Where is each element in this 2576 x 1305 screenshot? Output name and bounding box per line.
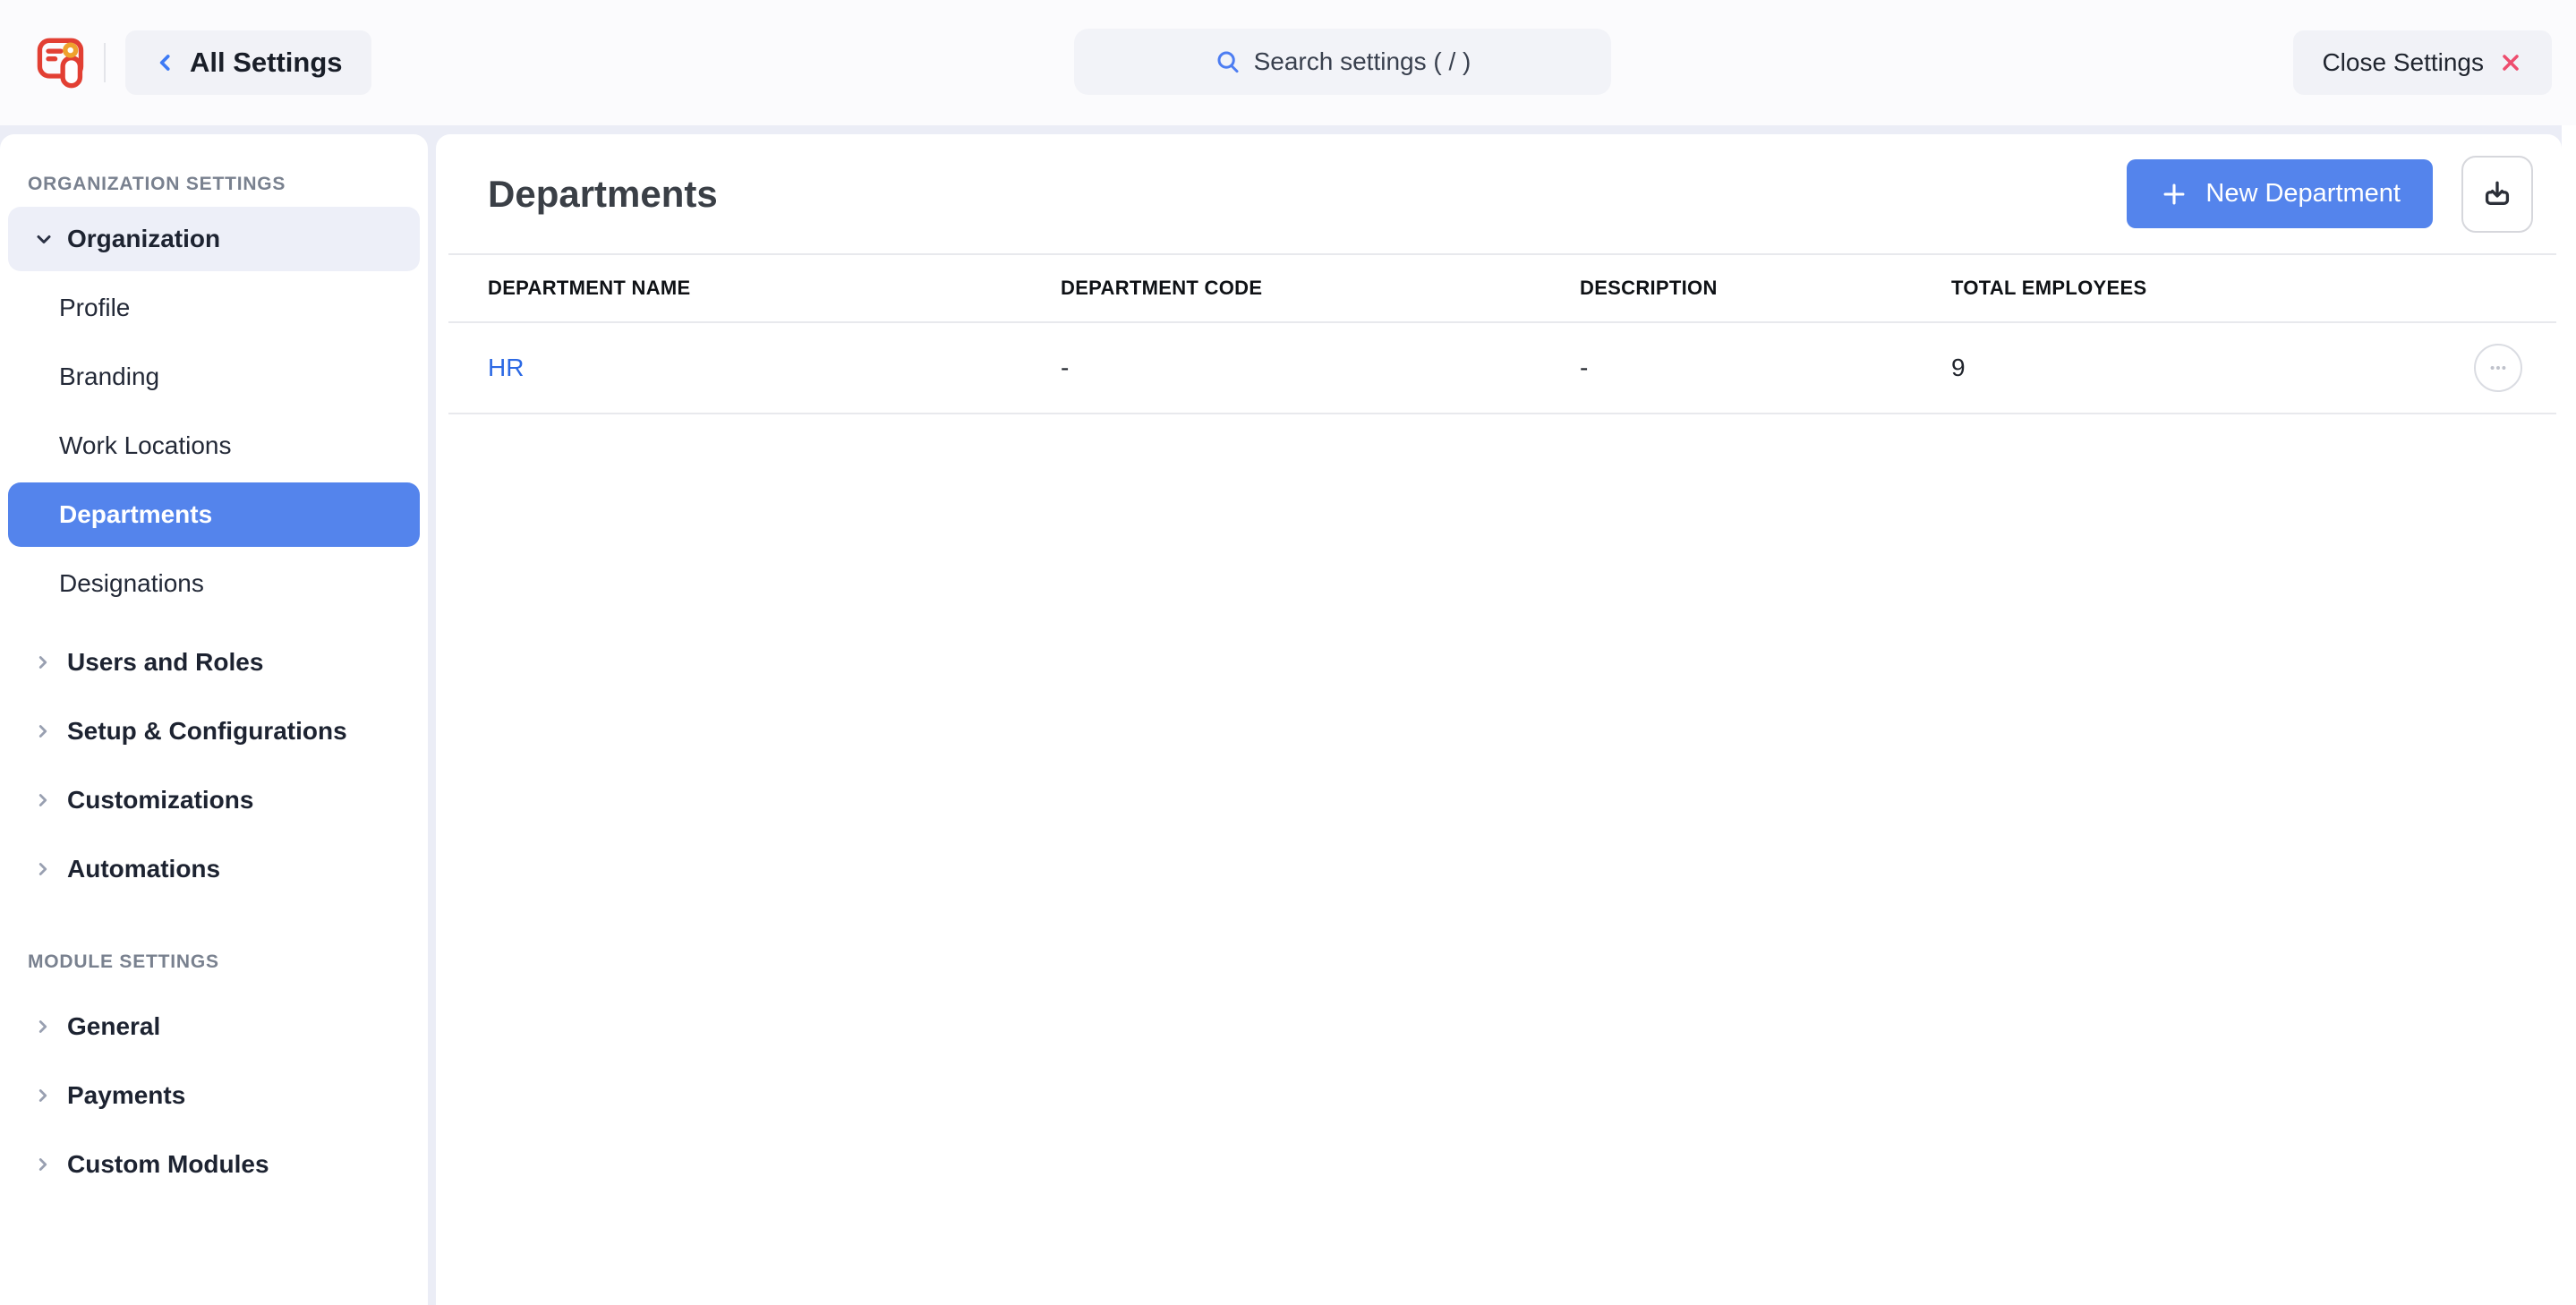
col-description: DESCRIPTION xyxy=(1580,277,1951,300)
settings-sidebar: ORGANIZATION SETTINGS Organization Profi… xyxy=(0,134,428,1305)
table-row[interactable]: HR - - 9 xyxy=(448,323,2556,414)
close-x-icon xyxy=(2498,50,2523,75)
department-code-cell: - xyxy=(1061,354,1580,382)
chevron-right-icon xyxy=(33,859,55,879)
department-name-link[interactable]: HR xyxy=(488,354,1061,382)
chevron-down-icon xyxy=(33,228,55,250)
new-department-button[interactable]: New Department xyxy=(2127,159,2433,228)
departments-table: DEPARTMENT NAME DEPARTMENT CODE DESCRIPT… xyxy=(448,253,2556,414)
chevron-right-icon xyxy=(33,721,55,741)
section-organization-settings: ORGANIZATION SETTINGS xyxy=(8,166,420,202)
sidebar-item-setup-configurations[interactable]: Setup & Configurations xyxy=(8,699,420,763)
header-actions: New Department xyxy=(2127,156,2533,233)
chevron-right-icon xyxy=(33,1086,55,1105)
col-department-code: DEPARTMENT CODE xyxy=(1061,277,1580,300)
new-department-label: New Department xyxy=(2205,179,2401,209)
sidebar-item-payments[interactable]: Payments xyxy=(8,1063,420,1128)
page-header: Departments New Department xyxy=(448,134,2562,253)
search-icon xyxy=(1215,48,1241,75)
chevron-right-icon xyxy=(33,790,55,810)
sidebar-item-label: Designations xyxy=(59,569,204,598)
chevron-right-icon xyxy=(33,1017,55,1036)
sidebar-item-branding[interactable]: Branding xyxy=(8,345,420,409)
all-settings-back-button[interactable]: All Settings xyxy=(125,30,371,95)
download-icon xyxy=(2480,177,2514,211)
sidebar-item-customizations[interactable]: Customizations xyxy=(8,768,420,832)
sidebar-item-organization[interactable]: Organization xyxy=(8,207,420,271)
sidebar-item-label: Automations xyxy=(67,855,220,883)
sidebar-item-work-locations[interactable]: Work Locations xyxy=(8,414,420,478)
sidebar-item-label: Organization xyxy=(67,225,220,253)
sidebar-item-label: Custom Modules xyxy=(67,1150,269,1179)
sidebar-item-profile[interactable]: Profile xyxy=(8,276,420,340)
chevron-left-icon xyxy=(154,51,177,74)
chevron-right-icon xyxy=(33,1155,55,1174)
sidebar-item-automations[interactable]: Automations xyxy=(8,837,420,901)
search-placeholder: Search settings ( / ) xyxy=(1254,47,1471,76)
sidebar-item-label: Profile xyxy=(59,294,130,322)
close-settings-label: Close Settings xyxy=(2322,48,2484,77)
section-module-settings: MODULE SETTINGS xyxy=(8,944,420,980)
sidebar-item-designations[interactable]: Designations xyxy=(8,551,420,616)
table-header-row: DEPARTMENT NAME DEPARTMENT CODE DESCRIPT… xyxy=(448,253,2556,323)
sidebar-item-label: Branding xyxy=(59,362,159,391)
total-employees-cell: 9 xyxy=(1951,354,2440,382)
all-settings-label: All Settings xyxy=(190,47,343,79)
scrollbar-gutter xyxy=(2562,125,2576,1305)
sidebar-item-departments[interactable]: Departments xyxy=(8,482,420,547)
topbar-divider xyxy=(104,43,106,82)
chevron-right-icon xyxy=(33,652,55,672)
row-actions-button[interactable] xyxy=(2474,344,2522,392)
plus-icon xyxy=(2159,179,2189,209)
sidebar-item-label: Setup & Configurations xyxy=(67,717,347,746)
close-settings-button[interactable]: Close Settings xyxy=(2293,30,2552,95)
app-logo-icon[interactable] xyxy=(36,36,86,90)
sidebar-item-label: Payments xyxy=(67,1081,185,1110)
sidebar-item-label: Users and Roles xyxy=(67,648,263,677)
top-bar: All Settings Search settings ( / ) Close… xyxy=(0,0,2576,125)
departments-panel: Departments New Department xyxy=(436,134,2562,1305)
sidebar-item-custom-modules[interactable]: Custom Modules xyxy=(8,1132,420,1197)
sidebar-item-label: General xyxy=(67,1012,160,1041)
sidebar-item-label: Work Locations xyxy=(59,431,231,460)
description-cell: - xyxy=(1580,354,1951,382)
sidebar-item-label: Departments xyxy=(59,500,212,529)
sidebar-item-general[interactable]: General xyxy=(8,994,420,1059)
content-area: ORGANIZATION SETTINGS Organization Profi… xyxy=(0,125,2576,1305)
sidebar-item-users-and-roles[interactable]: Users and Roles xyxy=(8,630,420,695)
search-settings-input[interactable]: Search settings ( / ) xyxy=(1074,29,1611,95)
export-button[interactable] xyxy=(2461,156,2533,233)
ellipsis-icon xyxy=(2486,355,2511,380)
col-department-name: DEPARTMENT NAME xyxy=(488,277,1061,300)
sidebar-item-label: Customizations xyxy=(67,786,253,815)
col-total-employees: TOTAL EMPLOYEES xyxy=(1951,277,2440,300)
page-title: Departments xyxy=(488,173,718,216)
